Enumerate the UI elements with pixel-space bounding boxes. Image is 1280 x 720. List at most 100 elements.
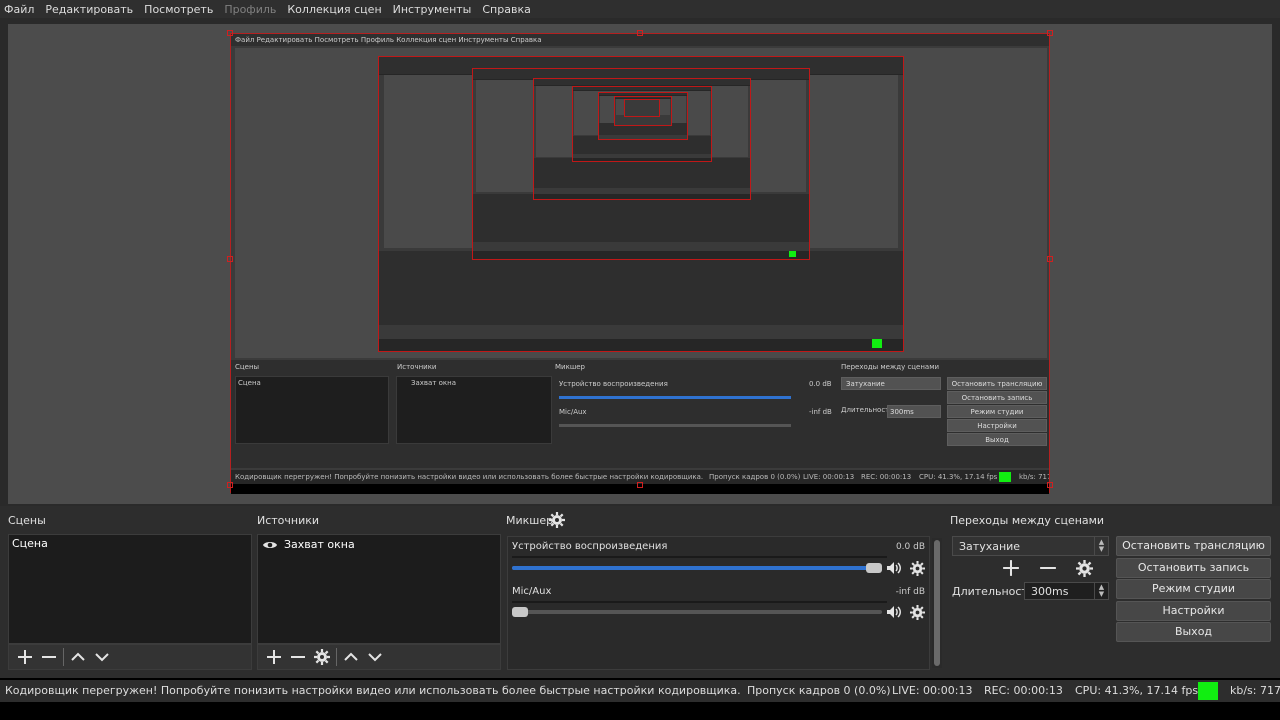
mini-scene-item: Сцена	[238, 379, 261, 387]
selection-handle-ml[interactable]	[227, 256, 233, 262]
plus-icon	[1003, 560, 1019, 576]
mini-source-item: Захват окна	[411, 379, 457, 387]
add-scene-button[interactable]	[13, 646, 37, 668]
gear-icon	[314, 649, 330, 665]
mixer-channel-name: Устройство воспроизведения	[512, 541, 668, 552]
mixer-scrollbar[interactable]	[932, 538, 942, 668]
add-source-button[interactable]	[262, 646, 286, 668]
menu-profile[interactable]: Профиль	[224, 3, 276, 16]
minus-icon	[42, 656, 56, 658]
transition-properties-gear-icon[interactable]	[1076, 560, 1093, 580]
mini-status-indicator	[999, 472, 1011, 482]
mini-sources-title: Источники	[397, 363, 437, 371]
chevron-down-icon	[368, 653, 382, 662]
minus-icon	[291, 656, 305, 658]
mini-mixer-title: Микшер	[555, 363, 585, 371]
scenes-toolbar	[8, 644, 252, 670]
toolbar-separator	[336, 648, 337, 666]
mini-scenes-title: Сцены	[235, 363, 260, 371]
status-rec-time: REC: 00:00:13	[984, 684, 1063, 697]
status-bar: Кодировщик перегружен! Попробуйте понизи…	[0, 680, 1280, 702]
mini-mixer-ch1: Устройство воспроизведения	[559, 380, 668, 388]
volume-slider[interactable]	[512, 607, 882, 617]
mini-btn-record: Остановить запись	[947, 391, 1047, 404]
selection-handle-tl[interactable]	[227, 30, 233, 36]
stop-record-button[interactable]: Остановить запись	[1116, 558, 1271, 578]
mixer-channel-name: Mic/Aux	[512, 586, 552, 597]
menu-scene-collection[interactable]: Коллекция сцен	[287, 3, 381, 16]
mini-mixer-ch1-db: 0.0 dB	[809, 380, 832, 388]
status-live-time: LIVE: 00:00:13	[892, 684, 973, 697]
mini-mixer-ch2: Mic/Aux	[559, 408, 587, 416]
channel-settings-gear-icon[interactable]	[908, 559, 926, 577]
scenes-list[interactable]: Сцена	[8, 534, 252, 644]
source-item[interactable]: Захват окна	[284, 538, 355, 551]
move-scene-up-button[interactable]	[66, 646, 90, 668]
channel-settings-gear-icon[interactable]	[908, 603, 926, 621]
mini-btn-studio: Режим студии	[947, 405, 1047, 418]
volume-slider[interactable]	[512, 563, 882, 573]
menu-view[interactable]: Посмотреть	[144, 3, 213, 16]
move-scene-down-button[interactable]	[90, 646, 114, 668]
menu-tools[interactable]: Инструменты	[393, 3, 472, 16]
speaker-icon[interactable]	[885, 603, 903, 621]
duration-spinner[interactable]: ▲ ▼	[1094, 583, 1108, 599]
sources-list[interactable]: Захват окна	[257, 534, 501, 644]
selection-handle-br[interactable]	[1047, 482, 1053, 488]
transition-select-spinner[interactable]: ▲ ▼	[1094, 537, 1108, 555]
transition-select[interactable]: Затухание ▲ ▼	[952, 536, 1109, 556]
mixer-channel-db: 0.0 dB	[895, 542, 925, 552]
volume-slider-handle[interactable]	[512, 607, 528, 617]
transitions-title: Переходы между сценами	[950, 514, 1105, 527]
scene-item[interactable]: Сцена	[12, 537, 48, 550]
mini-mixer-ch2-db: -inf dB	[809, 408, 832, 416]
selection-handle-mr[interactable]	[1047, 256, 1053, 262]
mini-status-cpu: CPU: 41.3%, 17.14 fps	[919, 473, 998, 481]
eye-icon[interactable]	[262, 539, 278, 551]
mixer-panel: Устройство воспроизведения 0.0 dB Mic/Au…	[507, 536, 930, 670]
remove-transition-button[interactable]	[1039, 559, 1057, 580]
status-cpu: CPU: 41.3%, 17.14 fps	[1075, 684, 1199, 697]
exit-button[interactable]: Выход	[1116, 622, 1271, 642]
selection-handle-bl[interactable]	[227, 482, 233, 488]
settings-button[interactable]: Настройки	[1116, 601, 1271, 621]
speaker-icon[interactable]	[885, 559, 903, 577]
move-source-up-button[interactable]	[339, 646, 363, 668]
duration-input[interactable]: 300ms ▲ ▼	[1024, 582, 1109, 600]
mini-duration-label: Длительность	[841, 406, 894, 414]
studio-mode-button[interactable]: Режим студии	[1116, 579, 1271, 599]
mini-status-dropped: Пропуск кадров 0 (0.0%)	[709, 473, 801, 481]
remove-scene-button[interactable]	[37, 646, 61, 668]
menu-file[interactable]: Файл	[4, 3, 34, 16]
mini-btn-stream: Остановить трансляцию	[947, 377, 1047, 390]
scenes-title: Сцены	[8, 514, 46, 527]
mixer-settings-gear-icon[interactable]	[549, 512, 565, 531]
selection-handle-tm[interactable]	[637, 30, 643, 36]
mixer-channel-db: -inf dB	[895, 587, 925, 597]
menu-edit[interactable]: Редактировать	[45, 3, 133, 16]
selection-handle-bm[interactable]	[637, 482, 643, 488]
menu-help[interactable]: Справка	[482, 3, 530, 16]
move-source-down-button[interactable]	[363, 646, 387, 668]
volume-slider-fill	[512, 566, 874, 570]
duration-value: 300ms	[1031, 584, 1069, 598]
mini-duration-value: 300ms	[887, 405, 941, 418]
minus-icon	[1040, 566, 1056, 570]
mini-status-kbs: kb/s: 717	[1019, 473, 1049, 481]
add-transition-button[interactable]	[1002, 559, 1020, 580]
mixer-title: Микшер	[506, 514, 554, 527]
remove-source-button[interactable]	[286, 646, 310, 668]
mini-sources-list: Захват окна	[396, 376, 552, 444]
plus-icon	[267, 650, 281, 664]
mini-scenes-list: Сцена	[235, 376, 389, 444]
docks-area: Сцены Сцена Источники Захват окна Микшер…	[0, 506, 1280, 678]
menu-bar: Файл Редактировать Посмотреть Профиль Ко…	[0, 0, 1280, 18]
mini-status-live: LIVE: 00:00:13	[803, 473, 855, 481]
stop-stream-button[interactable]: Остановить трансляцию	[1116, 536, 1271, 556]
source-row[interactable]: Захват окна	[262, 538, 355, 551]
source-properties-button[interactable]	[310, 646, 334, 668]
selection-handle-tr[interactable]	[1047, 30, 1053, 36]
chevron-down-icon	[95, 653, 109, 662]
volume-slider-handle[interactable]	[866, 563, 882, 573]
sources-toolbar	[257, 644, 501, 670]
